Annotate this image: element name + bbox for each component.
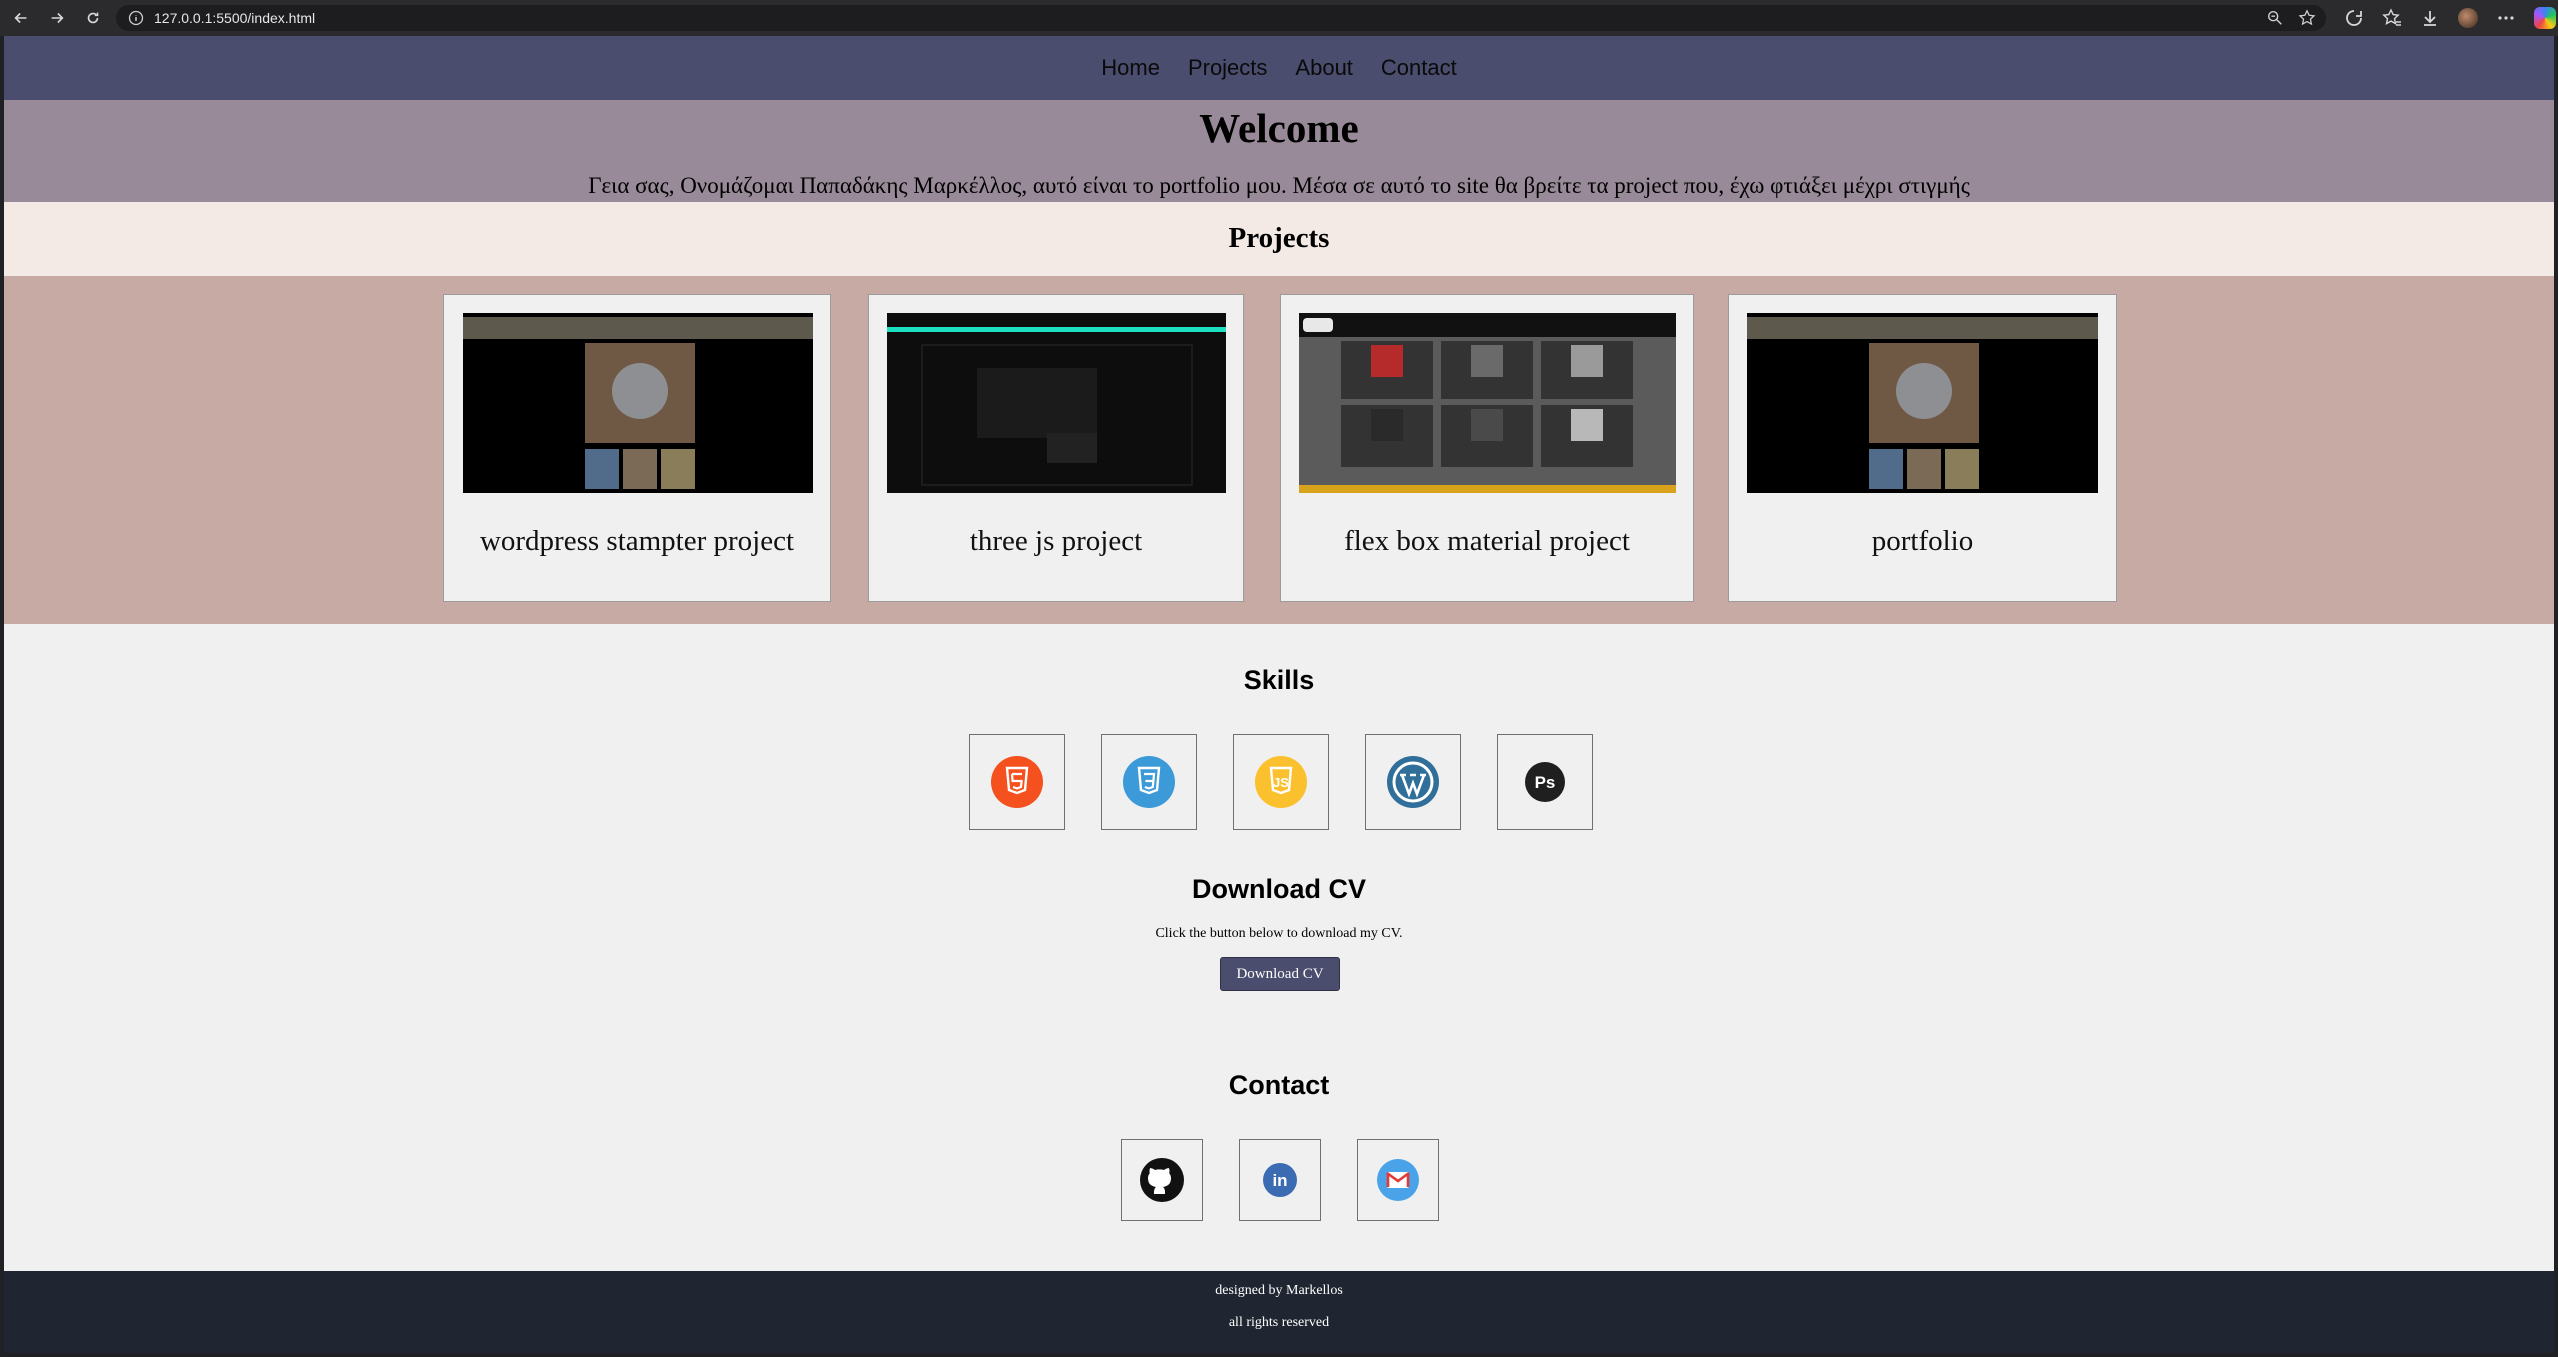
downloads-icon[interactable]: [2420, 8, 2440, 28]
browser-toolbar: 127.0.0.1:5500/index.html: [0, 0, 2558, 36]
project-title: wordpress stampter project: [479, 525, 795, 557]
linkedin-label: in: [1272, 1171, 1287, 1190]
forward-button[interactable]: [42, 3, 72, 33]
javascript-label: JS: [1273, 775, 1289, 790]
nav-contact-link[interactable]: Contact: [1381, 55, 1457, 81]
projects-section: wordpress stampter project three js proj…: [4, 276, 2554, 624]
skills-list: JS Ps: [4, 734, 2554, 832]
project-card-threejs[interactable]: three js project: [868, 294, 1244, 602]
project-card-wordpress[interactable]: wordpress stampter project: [443, 294, 831, 602]
skill-photoshop: Ps: [1497, 734, 1593, 830]
site-info-icon[interactable]: [128, 10, 144, 26]
reload-icon: [87, 12, 99, 24]
linkedin-link[interactable]: in: [1239, 1139, 1321, 1221]
css3-icon: [1123, 756, 1175, 808]
nav-about-link[interactable]: About: [1295, 55, 1353, 81]
project-title: flex box material project: [1344, 525, 1630, 557]
html5-icon: [991, 756, 1043, 808]
javascript-icon: JS: [1255, 756, 1307, 808]
address-bar[interactable]: 127.0.0.1:5500/index.html: [116, 5, 2326, 31]
linkedin-icon: in: [1263, 1163, 1297, 1197]
nav-home-link[interactable]: Home: [1101, 55, 1160, 81]
extensions-icon[interactable]: [2344, 8, 2364, 28]
nav-projects-link[interactable]: Projects: [1188, 55, 1267, 81]
project-thumbnail-threejs[interactable]: [887, 313, 1226, 493]
projects-header: Projects: [4, 202, 2554, 276]
project-card-portfolio[interactable]: portfolio: [1728, 294, 2117, 602]
skill-wordpress: [1365, 734, 1461, 830]
more-menu-icon[interactable]: [2496, 8, 2516, 28]
contact-heading: Contact: [1228, 1070, 1330, 1100]
cv-description: Click the button below to download my CV…: [1155, 926, 1403, 941]
forward-arrow-icon: [51, 12, 64, 24]
skill-javascript: JS: [1233, 734, 1329, 830]
photoshop-icon: Ps: [1525, 762, 1565, 802]
gmail-icon: [1377, 1159, 1419, 1201]
project-thumbnail-flexbox[interactable]: [1299, 313, 1676, 493]
gmail-link[interactable]: [1357, 1139, 1439, 1221]
skill-css3: [1101, 734, 1197, 830]
project-title: three js project: [969, 525, 1143, 557]
project-card-flexbox[interactable]: flex box material project: [1280, 294, 1694, 602]
hero-intro: Γεια σας, Ονομάζομαι Παπαδάκης Μαρκέλλος…: [588, 173, 1970, 198]
skill-html5: [969, 734, 1065, 830]
url-text[interactable]: 127.0.0.1:5500/index.html: [154, 10, 315, 26]
github-link[interactable]: [1121, 1139, 1203, 1221]
project-title: portfolio: [1871, 525, 1974, 557]
github-icon: [1140, 1158, 1184, 1202]
hero-title: Welcome: [1199, 105, 1359, 151]
site-footer: designed by Markellos all rights reserve…: [4, 1271, 2554, 1353]
back-button[interactable]: [6, 3, 36, 33]
favorite-star-icon[interactable]: [2298, 9, 2316, 27]
contact-links: in: [4, 1139, 2554, 1221]
project-thumbnail-portfolio[interactable]: [1747, 313, 2098, 493]
favorites-icon[interactable]: [2382, 8, 2402, 28]
footer-credit: designed by Markellos: [1215, 1283, 1343, 1298]
site-navigation: Home Projects About Contact: [4, 36, 2554, 100]
copilot-icon[interactable]: [2534, 7, 2556, 29]
wordpress-icon: [1387, 756, 1439, 808]
back-arrow-icon: [14, 12, 27, 24]
download-cv-button[interactable]: Download CV: [1220, 957, 1340, 991]
zoom-icon[interactable]: [2266, 9, 2284, 27]
reload-button[interactable]: [78, 3, 108, 33]
projects-heading: Projects: [1228, 222, 1330, 254]
project-thumbnail-wordpress[interactable]: [463, 313, 813, 493]
photoshop-label: Ps: [1535, 773, 1556, 792]
footer-rights: all rights reserved: [1228, 1315, 1330, 1330]
skills-heading: Skills: [1243, 665, 1315, 695]
web-page: Home Projects About Contact Welcome Γεια…: [4, 36, 2554, 1353]
profile-avatar[interactable]: [2458, 8, 2478, 28]
cv-heading: Download CV: [1192, 874, 1366, 904]
hero-section: Welcome Γεια σας, Ονομάζομαι Παπαδάκης Μ…: [4, 100, 2554, 202]
